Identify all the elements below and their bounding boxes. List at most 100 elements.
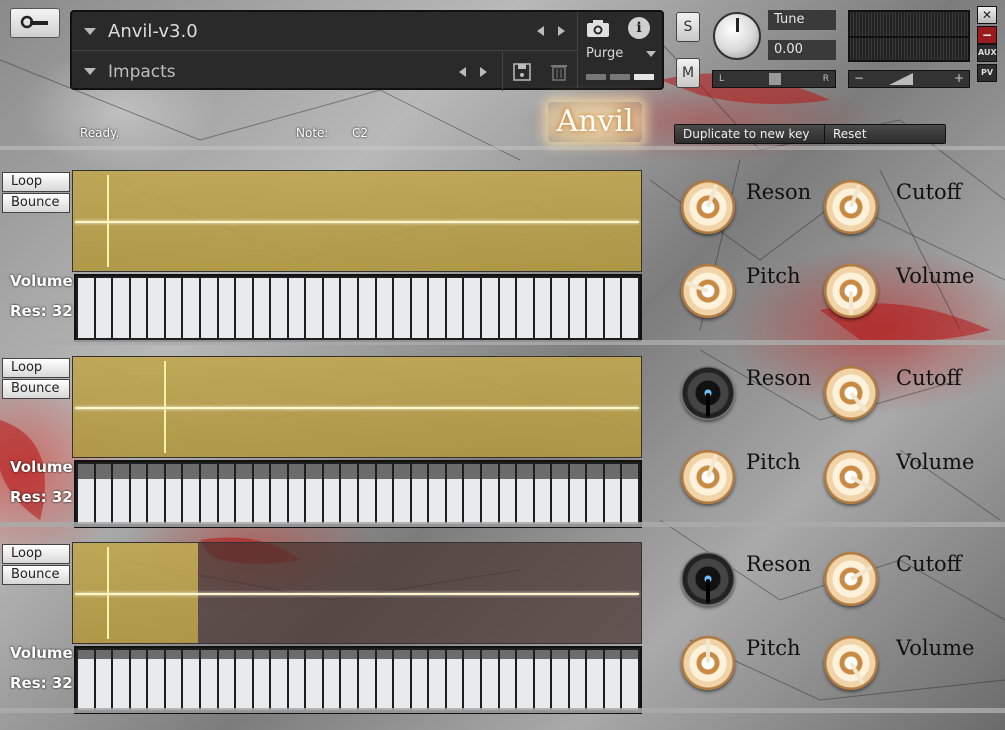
step-18[interactable] [376,650,393,710]
next-preset-icon[interactable] [480,66,487,77]
step-17[interactable] [359,650,375,710]
step-30[interactable] [587,650,603,710]
step-2[interactable] [95,650,112,710]
instrument-expand-icon[interactable] [84,27,96,35]
step-32[interactable] [622,650,638,710]
bounce-button[interactable]: Bounce [2,565,70,585]
step-27[interactable] [534,464,551,524]
cutoff-knob[interactable] [824,180,878,234]
step-15[interactable] [323,464,340,524]
step-22[interactable] [446,464,463,524]
prev-instrument-icon[interactable] [537,26,544,36]
loop-button[interactable]: Loop [2,544,70,564]
step-22[interactable] [446,650,463,710]
save-icon[interactable] [513,62,531,81]
step-31[interactable] [604,464,621,524]
duplicate-to-new-key-button[interactable]: Duplicate to new key [675,125,825,143]
playhead-marker[interactable] [163,361,166,453]
step-12[interactable] [271,650,287,710]
step-30[interactable] [587,464,603,524]
step-19[interactable] [394,650,410,710]
step-8[interactable] [200,464,217,524]
step-21[interactable] [429,278,445,338]
step-5[interactable] [148,464,164,524]
step-1[interactable] [78,278,94,338]
step-29[interactable] [569,278,586,338]
next-instrument-icon[interactable] [558,26,565,36]
purge-button[interactable]: Purge [586,46,623,61]
loop-button[interactable]: Loop [2,172,70,192]
reson-knob[interactable] [681,180,735,234]
pitch-knob[interactable] [681,450,735,504]
pitch-knob[interactable] [681,636,735,690]
step-26[interactable] [517,278,533,338]
step-25[interactable] [499,278,516,338]
step-18[interactable] [376,278,393,338]
step-4[interactable] [130,650,147,710]
reset-button[interactable]: Reset [825,125,945,143]
waveform-display[interactable] [72,542,642,644]
master-volume-slider[interactable]: − + [848,70,970,88]
step-13[interactable] [288,464,305,524]
aux-button[interactable]: AUX [977,44,997,62]
step-8[interactable] [200,278,217,338]
step-3[interactable] [113,278,129,338]
step-19[interactable] [394,278,410,338]
volume-step-sequencer[interactable] [74,646,642,714]
step-6[interactable] [165,650,182,710]
step-14[interactable] [306,650,322,710]
tune-value[interactable]: 0.00 [768,40,836,60]
reson-knob[interactable] [681,366,735,420]
step-10[interactable] [236,464,252,524]
minimize-button[interactable]: − [977,26,997,44]
step-31[interactable] [604,650,621,710]
step-24[interactable] [481,278,498,338]
step-20[interactable] [411,650,428,710]
bounce-button[interactable]: Bounce [2,193,70,213]
step-17[interactable] [359,278,375,338]
step-3[interactable] [113,650,129,710]
step-2[interactable] [95,278,112,338]
step-23[interactable] [464,278,480,338]
layer-volume-knob[interactable] [824,264,878,318]
tune-knob[interactable] [713,12,761,60]
layer-volume-knob[interactable] [824,450,878,504]
step-27[interactable] [534,650,551,710]
step-23[interactable] [464,464,480,524]
playhead-marker[interactable] [107,175,110,267]
reson-knob[interactable] [681,552,735,606]
step-11[interactable] [253,278,270,338]
step-7[interactable] [183,278,199,338]
step-7[interactable] [183,464,199,524]
camera-icon[interactable] [586,18,610,38]
step-16[interactable] [341,464,357,524]
step-9[interactable] [218,464,235,524]
info-icon[interactable]: i [628,17,650,39]
volume-step-sequencer[interactable] [74,274,642,342]
step-22[interactable] [446,278,463,338]
step-24[interactable] [481,464,498,524]
step-19[interactable] [394,464,410,524]
step-11[interactable] [253,464,270,524]
step-27[interactable] [534,278,551,338]
step-3[interactable] [113,464,129,524]
step-32[interactable] [622,278,638,338]
step-18[interactable] [376,464,393,524]
loop-button[interactable]: Loop [2,358,70,378]
step-28[interactable] [552,464,568,524]
step-25[interactable] [499,650,516,710]
step-1[interactable] [78,650,94,710]
step-16[interactable] [341,650,357,710]
options-wrench-button[interactable] [10,8,60,38]
step-2[interactable] [95,464,112,524]
step-5[interactable] [148,650,164,710]
step-28[interactable] [552,650,568,710]
cutoff-knob[interactable] [824,366,878,420]
step-21[interactable] [429,464,445,524]
preset-expand-icon[interactable] [84,68,96,75]
step-20[interactable] [411,278,428,338]
step-30[interactable] [587,278,603,338]
pan-handle[interactable] [769,73,781,85]
step-24[interactable] [481,650,498,710]
pan-slider[interactable]: L R [712,70,836,88]
